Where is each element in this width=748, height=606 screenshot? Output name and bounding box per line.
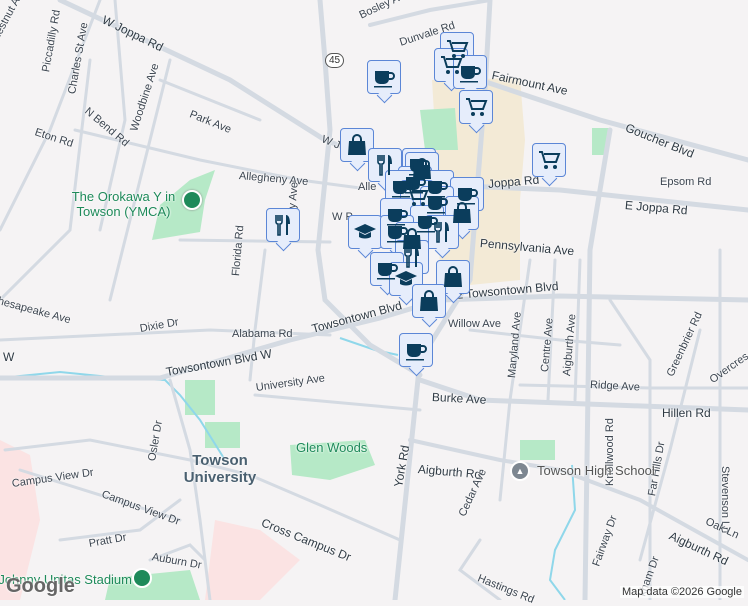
shopping-bag-icon	[417, 289, 441, 313]
stadium-icon[interactable]	[132, 568, 152, 588]
restaurant-marker[interactable]	[266, 208, 300, 242]
poi-pin-icon[interactable]	[182, 190, 202, 210]
shopping-bag-icon	[345, 133, 369, 157]
shopping-cart-icon	[464, 95, 488, 119]
graduation-cap-icon	[353, 220, 377, 244]
street-label: Ridge Ave	[589, 379, 641, 394]
restaurant-marker[interactable]	[425, 215, 459, 249]
coffee-cup-icon	[404, 338, 428, 362]
shopping-bag-icon	[441, 265, 465, 289]
fork-knife-icon	[271, 213, 295, 237]
coffee-cup-icon	[372, 65, 396, 89]
cafe-marker[interactable]	[367, 60, 401, 94]
fork-knife-icon	[430, 220, 454, 244]
map-attribution[interactable]: Map data ©2026 Google	[619, 586, 744, 598]
grocery-marker[interactable]	[532, 143, 566, 177]
school-icon[interactable]: ▲	[510, 461, 530, 481]
street-label: Willow Ave	[448, 318, 501, 330]
street-label: Burke Ave	[431, 390, 487, 407]
shopping-marker[interactable]	[436, 260, 470, 294]
poi-towson-university[interactable]: Towson University	[180, 452, 260, 486]
street-label: Epsom Rd	[660, 176, 712, 188]
shopping-marker[interactable]	[340, 128, 374, 162]
school-marker[interactable]	[348, 215, 382, 249]
street-label: Alle	[358, 181, 377, 193]
park	[420, 108, 458, 150]
park	[520, 440, 555, 460]
fork-knife-icon	[400, 245, 424, 269]
street-label: W	[3, 350, 15, 364]
cafe-marker[interactable]	[453, 55, 487, 89]
park	[185, 380, 215, 415]
cafe-marker[interactable]	[399, 333, 433, 367]
shopping-cart-icon	[537, 148, 561, 172]
shopping-marker[interactable]	[412, 284, 446, 318]
street-label: Hillen Rd	[662, 406, 711, 420]
poi-glen-woods[interactable]: Glen Woods	[296, 440, 367, 455]
grocery-marker[interactable]	[459, 90, 493, 124]
coffee-cup-icon	[458, 60, 482, 84]
poi-towson-high-school[interactable]: Towson High School	[537, 463, 655, 478]
fork-knife-icon	[373, 153, 397, 177]
route-shield: 45	[325, 53, 345, 68]
poi-ymca[interactable]: The Orokawa Y in Towson (YMCA)	[66, 189, 181, 219]
street-label: Alabama Rd	[232, 328, 293, 340]
graduation-cap-icon	[394, 267, 418, 291]
google-logo: Google	[6, 575, 75, 597]
